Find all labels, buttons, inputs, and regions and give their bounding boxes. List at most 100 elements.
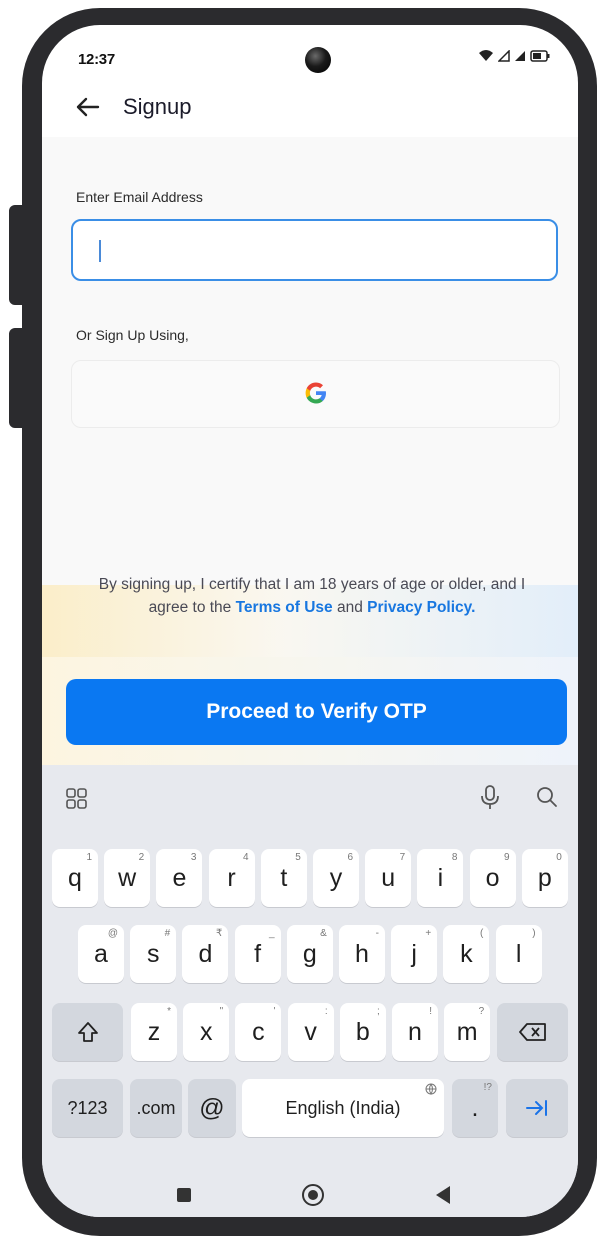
screen: 12:37 Signup Enter Email Address Or Sign… — [42, 25, 578, 1217]
backspace-icon — [518, 1023, 546, 1041]
key-hint: * — [167, 1006, 171, 1017]
terms-of-use-link[interactable]: Terms of Use — [236, 599, 333, 616]
key-r[interactable]: r4 — [208, 849, 255, 907]
key-g[interactable]: g & — [286, 925, 333, 983]
dotcom-key[interactable]: .com — [130, 1079, 182, 1137]
symbols-key[interactable]: ?123 — [52, 1079, 123, 1137]
battery-icon — [530, 49, 550, 62]
key-label: k — [460, 939, 473, 968]
key-n[interactable]: n! — [392, 1003, 438, 1061]
alt-signup-label: Or Sign Up Using, — [76, 327, 189, 343]
key-label: y — [329, 863, 343, 892]
wifi-icon — [479, 50, 493, 61]
period-hint: !? — [483, 1082, 492, 1093]
key-a[interactable]: a @ — [78, 925, 124, 983]
key-hint: ) — [532, 928, 536, 939]
key-label: s — [146, 939, 160, 968]
key-y[interactable]: y6 — [313, 849, 359, 907]
key-hint: 4 — [243, 852, 249, 863]
microphone-icon[interactable] — [480, 785, 500, 811]
app-bar: Signup — [42, 87, 578, 137]
home-icon[interactable] — [301, 1183, 325, 1207]
keyboard: q1w2e3r4t5y6u7i8o9p0 a @ s # d ₹ f _ g & h - j + k(l) … — [42, 765, 578, 1217]
key-label: g — [302, 939, 317, 968]
search-icon[interactable] — [536, 786, 558, 808]
key-label: r — [227, 863, 236, 892]
at-key[interactable]: @ — [188, 1079, 236, 1137]
key-hint: 2 — [138, 852, 145, 863]
key-h[interactable]: h- — [339, 925, 385, 983]
key-m[interactable]: m? — [444, 1003, 491, 1061]
key-label: x — [199, 1017, 213, 1046]
key-w[interactable]: w2 — [104, 849, 151, 907]
period-key[interactable]: . !? — [452, 1079, 498, 1137]
key-label: n — [408, 1017, 422, 1046]
key-i[interactable]: i8 — [417, 849, 464, 907]
key-q[interactable]: q1 — [52, 849, 98, 907]
back-button[interactable] — [72, 89, 112, 129]
shift-key[interactable] — [52, 1003, 123, 1061]
arrow-left-icon — [76, 97, 100, 117]
key-hint: # — [164, 928, 171, 939]
key-c[interactable]: c ' — [235, 1003, 282, 1061]
key-s[interactable]: s # — [130, 925, 177, 983]
key-label: i — [437, 863, 444, 892]
next-key[interactable] — [506, 1079, 568, 1137]
key-hint: 3 — [190, 852, 197, 863]
key-label: o — [485, 863, 500, 892]
text-caret — [99, 240, 101, 262]
key-hint: 1 — [86, 852, 92, 863]
key-o[interactable]: o9 — [469, 849, 516, 907]
key-v[interactable]: v: — [287, 1003, 334, 1061]
key-b[interactable]: b; — [339, 1003, 386, 1061]
key-hint: - — [375, 928, 379, 939]
key-d[interactable]: d ₹ — [182, 925, 229, 983]
key-label: v — [304, 1017, 317, 1046]
status-time: 12:37 — [78, 51, 115, 68]
key-label: l — [515, 939, 522, 968]
key-j[interactable]: j + — [391, 925, 438, 983]
front-camera — [305, 47, 331, 73]
key-label: w — [118, 863, 137, 892]
key-hint: _ — [269, 928, 275, 939]
page-title: Signup — [123, 94, 192, 119]
recent-apps-icon[interactable] — [176, 1187, 192, 1203]
key-p[interactable]: p0 — [521, 849, 568, 907]
key-f[interactable]: f _ — [234, 925, 281, 983]
key-x[interactable]: x " — [183, 1003, 230, 1061]
privacy-policy-link[interactable]: Privacy Policy. — [367, 599, 475, 616]
key-t[interactable]: t5 — [260, 849, 307, 907]
key-label: f — [254, 939, 262, 968]
key-hint: ! — [429, 1006, 432, 1017]
key-label: c — [252, 1017, 265, 1046]
key-u[interactable]: u7 — [365, 849, 412, 907]
period-label: . — [471, 1093, 479, 1122]
key-k[interactable]: k( — [443, 925, 490, 983]
key-hint: 6 — [347, 852, 353, 863]
apps-grid-icon[interactable] — [66, 788, 88, 810]
key-hint: & — [320, 928, 327, 939]
google-icon — [305, 382, 326, 404]
proceed-verify-otp-button[interactable]: Proceed to Verify OTP — [66, 679, 567, 745]
terms-and: and — [332, 599, 368, 616]
key-hint: 7 — [399, 852, 406, 863]
key-hint: ' — [273, 1006, 276, 1017]
google-signup-button[interactable] — [71, 360, 560, 428]
key-hint: ? — [478, 1006, 485, 1017]
key-hint: ( — [480, 928, 484, 939]
space-key[interactable]: English (India) — [242, 1079, 444, 1137]
key-hint: 8 — [451, 852, 458, 863]
backspace-key[interactable] — [497, 1003, 568, 1061]
key-label: j — [411, 939, 417, 968]
keyboard-toolbar — [42, 765, 578, 821]
signal-icon — [498, 49, 510, 62]
key-e[interactable]: e3 — [156, 849, 203, 907]
status-icons — [478, 49, 550, 62]
cta-area: Proceed to Verify OTP — [42, 657, 578, 765]
terms-text: By signing up, I certify that I am 18 ye… — [92, 573, 532, 619]
key-hint: ₹ — [216, 928, 223, 939]
email-input[interactable] — [71, 219, 558, 281]
key-z[interactable]: z * — [131, 1003, 177, 1061]
back-nav-icon[interactable] — [434, 1185, 452, 1205]
key-l[interactable]: l) — [495, 925, 542, 983]
